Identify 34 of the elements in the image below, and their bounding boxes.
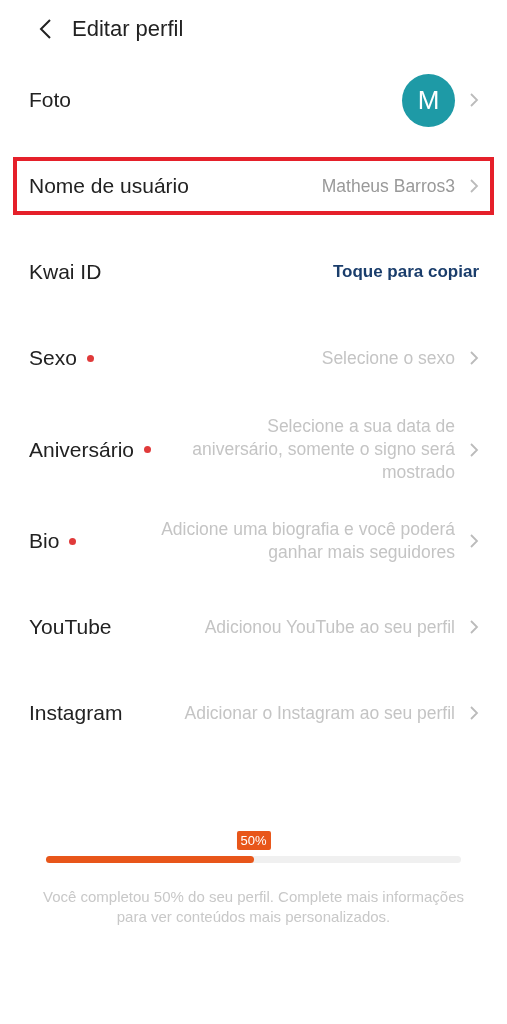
row-label: YouTube [29, 615, 112, 639]
back-button[interactable] [38, 17, 52, 40]
chevron-icon [469, 441, 479, 458]
highlighted-row[interactable]: Nome de usuário Matheus Barros3 [13, 157, 494, 215]
row-label: Foto [29, 88, 72, 112]
row-value: Matheus Barros3 [321, 174, 455, 198]
back-icon [38, 17, 52, 40]
settings-row[interactable]: Kwai ID Toque para copiar [13, 229, 494, 315]
page-title: Editar perfil [72, 15, 184, 42]
chevron-icon [469, 705, 479, 721]
copy-link[interactable]: Toque para copiar [332, 262, 479, 282]
row-label: Bio [29, 529, 60, 553]
settings-row[interactable]: Bio Adicione uma biografia e você poderá ganhar mais seguidores [13, 498, 494, 584]
settings-row[interactable]: Aniversário Selecione a sua data de aniversário, somente o signo será mostrado [13, 401, 494, 498]
row-value: Selecione o sexo [321, 346, 455, 370]
chevron-icon [469, 92, 479, 108]
settings-row[interactable]: Foto M [13, 57, 494, 143]
settings-row[interactable]: YouTube Adicionou YouTube ao seu perfil [13, 584, 494, 670]
settings-row[interactable]: Sexo Selecione o sexo [13, 315, 494, 401]
row-label: Instagram [29, 701, 123, 725]
row-label: Aniversário [29, 437, 135, 462]
row-label: Sexo [29, 346, 77, 370]
settings-row[interactable]: Instagram Adicionar o Instagram ao seu perfil [13, 670, 494, 756]
row-value: Adicionar o Instagram ao seu perfil [184, 701, 455, 725]
row-label: Nome de usuário [29, 174, 189, 198]
chevron-icon [469, 350, 479, 366]
row-value: Selecione a sua data de aniversário, somente o signo será mostrado [191, 415, 455, 484]
chevron-icon [469, 619, 479, 635]
row-value: Adicionou YouTube ao seu perfil [204, 615, 455, 639]
chevron-icon [469, 178, 479, 194]
row-label: Kwai ID [29, 260, 102, 284]
row-value: Adicione uma biografia e você poderá ganhar mais seguidores [160, 518, 455, 564]
chevron-icon [469, 533, 479, 549]
progress-badge: 50% [236, 831, 271, 850]
